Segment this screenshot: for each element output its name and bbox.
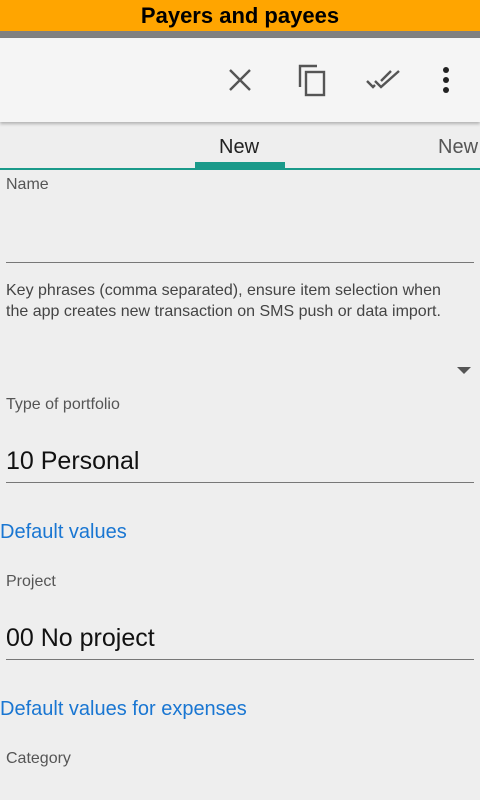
tab-indicator <box>195 162 285 168</box>
more-vert-icon <box>443 67 449 93</box>
more-options-button[interactable] <box>422 56 470 104</box>
key-phrases-hint: Key phrases (comma separated), ensure it… <box>6 282 441 320</box>
default-expenses-link[interactable]: Default values for expenses <box>0 698 247 721</box>
close-icon <box>229 69 251 91</box>
save-button[interactable] <box>360 56 408 104</box>
tab-new[interactable]: New <box>219 136 259 159</box>
portfolio-field-underline <box>6 482 474 483</box>
portfolio-label: Type of portfolio <box>6 396 120 413</box>
done-all-icon <box>366 70 400 89</box>
default-values-link[interactable]: Default values <box>0 521 127 544</box>
toolbar <box>0 38 480 122</box>
portfolio-field[interactable]: 10 Personal <box>6 447 139 476</box>
chevron-down-icon[interactable] <box>457 367 471 374</box>
project-field-underline <box>6 659 474 660</box>
tab-bar: New New <box>0 122 480 170</box>
banner-title: Payers and payees <box>0 0 480 31</box>
banner-divider <box>0 31 480 38</box>
category-label: Category <box>6 750 71 767</box>
project-label: Project <box>6 573 56 590</box>
copy-icon <box>298 64 326 97</box>
tab-new-2[interactable]: New <box>438 136 478 159</box>
close-button[interactable] <box>216 56 264 104</box>
project-field[interactable]: 00 No project <box>6 624 155 653</box>
name-field-underline <box>6 262 474 263</box>
name-label: Name <box>6 176 49 193</box>
copy-button[interactable] <box>288 56 336 104</box>
